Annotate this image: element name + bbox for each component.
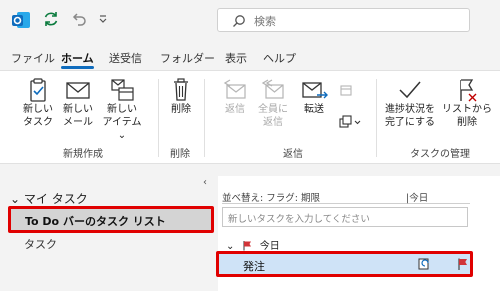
search-icon <box>233 15 245 27</box>
task-recurrence-icon <box>418 258 429 270</box>
new-task-button[interactable]: 新しい タスク <box>17 77 59 129</box>
ribbon-separator <box>204 79 205 157</box>
mark-complete-label: 進捗状況を 完了にする <box>384 104 436 128</box>
task-subject: 発注 <box>243 260 265 273</box>
clipboard-check-icon <box>30 78 46 102</box>
folder-item-todo-bar-task-list[interactable]: To Do バーのタスク リスト <box>8 206 214 233</box>
new-mail-label: 新しい メール <box>63 104 93 128</box>
my-tasks-header[interactable]: ⌄ マイ タスク <box>10 190 88 207</box>
reply-all-icon <box>261 79 284 99</box>
undo-icon[interactable] <box>70 10 88 28</box>
tab-send-receive[interactable]: 送受信 <box>109 50 142 66</box>
flag-icon <box>243 241 251 251</box>
menu-tabs: ファイル ホーム 送受信 フォルダー 表示 ヘルプ <box>0 46 500 68</box>
sort-group-today: |今日 <box>406 193 429 204</box>
forward-button[interactable]: 転送 <box>293 77 335 116</box>
sort-label: 並べ替え: フラグ: 期限 <box>222 193 320 204</box>
tab-home[interactable]: ホーム <box>61 50 94 66</box>
mark-complete-button[interactable]: 進捗状況を 完了にする <box>380 77 440 129</box>
new-mail-button[interactable]: 新しい メール <box>57 77 99 129</box>
new-items-icon <box>111 79 134 101</box>
more-respond-icon[interactable] <box>339 115 363 129</box>
sync-icon[interactable] <box>42 10 60 28</box>
forward-icon <box>302 82 328 99</box>
reply-button[interactable]: 返信 <box>214 77 256 116</box>
remove-from-list-label: リストから 削除 <box>442 104 492 128</box>
remove-from-list-button[interactable]: リストから 削除 <box>442 77 492 129</box>
meeting-icon[interactable] <box>339 83 353 97</box>
collapse-pane-icon[interactable]: ‹ <box>203 177 207 188</box>
delete-button[interactable]: 削除 <box>160 77 202 116</box>
task-row[interactable]: 発注 <box>216 251 473 277</box>
reply-all-button[interactable]: 全員に 返信 <box>252 77 294 129</box>
group-label-manage: タスクの管理 <box>410 149 470 160</box>
outlook-logo-icon[interactable] <box>10 9 32 31</box>
group-label-respond: 返信 <box>283 149 303 160</box>
checkmark-icon <box>399 81 421 99</box>
new-task-input[interactable]: 新しいタスクを入力してください <box>222 207 468 227</box>
search-box[interactable]: 検索 <box>217 8 470 32</box>
new-items-button[interactable]: 新しい アイテム ⌄ <box>99 77 145 142</box>
group-label-new: 新規作成 <box>63 149 103 160</box>
ribbon: 新しい タスク 新しい メール 新しい アイテム ⌄ 新規作成 削除 削除 返信… <box>0 70 500 164</box>
folder-item-label: To Do バーのタスク リスト <box>25 215 166 228</box>
ribbon-separator <box>376 79 377 157</box>
forward-label: 転送 <box>304 104 324 115</box>
flag-remove-icon <box>460 79 477 102</box>
search-placeholder: 検索 <box>254 15 276 28</box>
delete-label: 削除 <box>171 104 191 115</box>
group-header-today[interactable]: ⌄ 今日 <box>226 237 280 252</box>
title-bar: 検索 <box>0 0 500 42</box>
new-task-placeholder: 新しいタスクを入力してください <box>228 214 370 225</box>
envelope-icon <box>66 82 90 99</box>
tab-help[interactable]: ヘルプ <box>263 50 296 66</box>
sort-bar[interactable]: 並べ替え: フラグ: 期限 |今日 <box>222 190 470 204</box>
my-tasks-label: マイ タスク <box>23 192 88 206</box>
active-tab-indicator <box>61 66 94 69</box>
new-items-label: 新しい アイテム ⌄ <box>102 104 142 141</box>
customize-toolbar-icon[interactable] <box>98 14 108 24</box>
tab-view[interactable]: 表示 <box>225 50 247 66</box>
reply-icon <box>223 79 246 99</box>
flag-icon[interactable] <box>456 257 470 271</box>
group-label-delete: 削除 <box>170 149 190 160</box>
tab-file[interactable]: ファイル <box>11 50 55 66</box>
ribbon-separator <box>158 79 159 157</box>
new-task-label: 新しい タスク <box>23 104 53 128</box>
reply-label: 返信 <box>225 104 245 115</box>
chevron-down-icon: ⌄ <box>10 192 24 206</box>
reply-all-label: 全員に 返信 <box>258 104 288 128</box>
trash-icon <box>174 78 188 101</box>
tab-folder[interactable]: フォルダー <box>160 50 215 66</box>
folder-item-tasks[interactable]: タスク <box>24 236 57 252</box>
